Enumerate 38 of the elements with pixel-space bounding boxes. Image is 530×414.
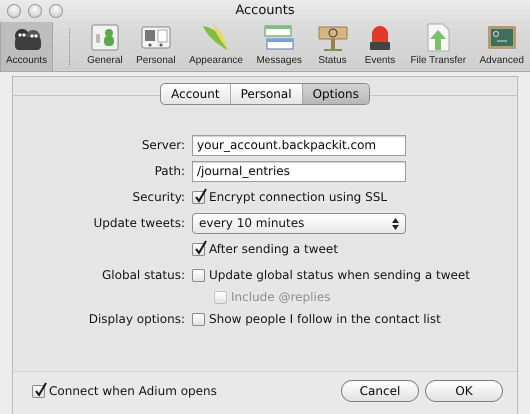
toolbar-tab[interactable]: File Transfer xyxy=(408,22,468,71)
field-label: Server: xyxy=(142,138,185,152)
toolbar-tab[interactable]: General xyxy=(85,22,125,71)
checkbox-label: Connect when Adium opens xyxy=(49,383,217,400)
updown-arrows-icon xyxy=(392,218,399,230)
field-label: Security: xyxy=(132,190,185,204)
checkbox[interactable] xyxy=(192,312,205,326)
checkbox-label: Encrypt connection using SSL xyxy=(209,189,388,206)
minimize-button[interactable] xyxy=(28,4,42,18)
dropdown[interactable]: every 10 minutes xyxy=(192,212,406,234)
checkbox-label: After sending a tweet xyxy=(209,241,338,258)
field-label: Display options: xyxy=(88,312,185,326)
toolbar-tab[interactable]: Appearance xyxy=(187,22,245,71)
tab[interactable]: Account xyxy=(161,84,230,104)
checkbox-label: Update global status when sending a tweet xyxy=(209,267,470,284)
checkbox[interactable] xyxy=(192,268,205,282)
window-title: Accounts xyxy=(235,2,295,20)
field-label: Global status: xyxy=(102,268,185,282)
text-field[interactable]: your_account.backpackit.com xyxy=(192,134,406,156)
toolbar-tab[interactable]: Advanced xyxy=(478,22,526,71)
close-button[interactable] xyxy=(7,4,21,18)
toolbar-tab[interactable]: Status xyxy=(314,22,352,71)
toolbar-tab[interactable]: Accounts xyxy=(0,22,54,71)
disabled-checkbox-label: Include @replies xyxy=(231,289,330,306)
zoom-button[interactable] xyxy=(49,4,63,18)
toolbar-tab[interactable]: Events xyxy=(360,22,399,71)
checkbox[interactable] xyxy=(192,242,205,256)
checkbox[interactable] xyxy=(192,190,205,204)
toolbar-tab[interactable]: Personal xyxy=(134,22,178,71)
checkbox-label: Show people I follow in the contact list xyxy=(209,311,441,328)
text-field[interactable]: /journal_entries xyxy=(192,160,406,182)
push-button[interactable]: OK xyxy=(425,380,503,402)
field-label: Path: xyxy=(154,164,185,178)
toolbar-tab[interactable]: Messages xyxy=(254,22,304,71)
checkbox[interactable] xyxy=(32,384,45,398)
tab[interactable]: Options xyxy=(302,84,369,104)
field-label: Update tweets: xyxy=(93,216,185,230)
push-button[interactable]: Cancel xyxy=(341,380,419,402)
